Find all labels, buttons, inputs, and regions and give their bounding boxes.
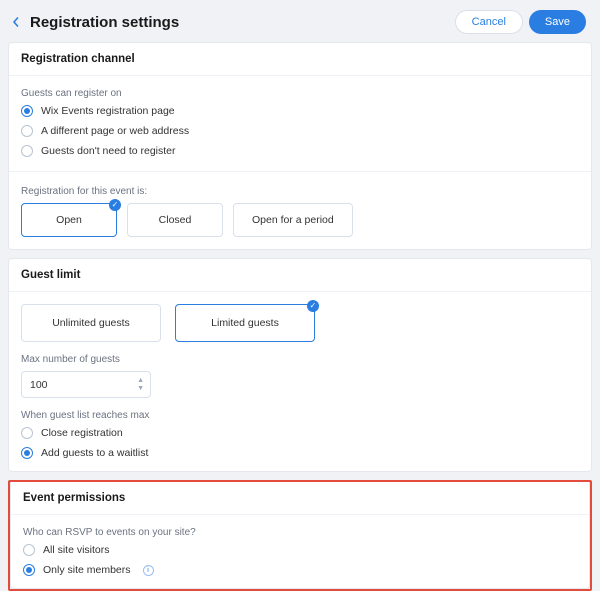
registration-channel-card: Registration channel Guests can register…	[8, 42, 592, 250]
radio-close-registration[interactable]: Close registration	[21, 427, 579, 439]
chevron-up-icon[interactable]: ▲	[137, 377, 144, 384]
pill-label: Limited guests	[211, 317, 279, 329]
radio-icon	[23, 564, 35, 576]
radio-label: Guests don't need to register	[41, 145, 176, 157]
radio-icon	[21, 145, 33, 157]
rsvp-permission-group: All site visitors Only site members i	[23, 544, 577, 576]
radio-label: Close registration	[41, 427, 123, 439]
mode-unlimited[interactable]: Unlimited guests	[21, 304, 161, 342]
check-badge-icon	[109, 199, 121, 211]
radio-label: Only site members	[43, 564, 131, 576]
mode-limited[interactable]: Limited guests	[175, 304, 315, 342]
cancel-button[interactable]: Cancel	[455, 10, 523, 34]
radio-site-members[interactable]: Only site members i	[23, 564, 577, 576]
max-guests-input[interactable]: 100 ▲ ▼	[21, 371, 151, 398]
status-closed[interactable]: Closed	[127, 203, 223, 237]
radio-icon	[21, 105, 33, 117]
pill-label: Closed	[159, 214, 192, 226]
radio-label: Add guests to a waitlist	[41, 447, 148, 459]
radio-label: A different page or web address	[41, 125, 189, 137]
radio-icon	[21, 427, 33, 439]
pill-label: Unlimited guests	[52, 317, 130, 329]
quantity-stepper[interactable]: ▲ ▼	[137, 377, 144, 392]
pill-label: Open for a period	[252, 214, 334, 226]
guest-limit-mode-group: Unlimited guests Limited guests	[21, 304, 579, 342]
radio-different-page[interactable]: A different page or web address	[21, 125, 579, 137]
radio-icon	[21, 447, 33, 459]
event-permissions-highlight: Event permissions Who can RSVP to events…	[8, 480, 592, 591]
card-title-guest-limit: Guest limit	[9, 259, 591, 292]
max-guests-value: 100	[30, 379, 48, 391]
max-action-label: When guest list reaches max	[21, 410, 579, 421]
guest-limit-card: Guest limit Unlimited guests Limited gue…	[8, 258, 592, 472]
radio-no-register[interactable]: Guests don't need to register	[21, 145, 579, 157]
info-icon[interactable]: i	[143, 565, 154, 576]
save-button[interactable]: Save	[529, 10, 586, 34]
register-on-group: Wix Events registration page A different…	[21, 105, 579, 157]
back-icon[interactable]	[8, 14, 24, 30]
radio-all-visitors[interactable]: All site visitors	[23, 544, 577, 556]
event-permissions-card: Event permissions Who can RSVP to events…	[10, 482, 590, 589]
radio-add-waitlist[interactable]: Add guests to a waitlist	[21, 447, 579, 459]
card-title-event-permissions: Event permissions	[11, 482, 589, 515]
card-title-registration-channel: Registration channel	[9, 43, 591, 76]
radio-icon	[23, 544, 35, 556]
rsvp-question-label: Who can RSVP to events on your site?	[23, 527, 577, 538]
status-open[interactable]: Open	[21, 203, 117, 237]
radio-icon	[21, 125, 33, 137]
max-action-group: Close registration Add guests to a waitl…	[21, 427, 579, 459]
status-open-period[interactable]: Open for a period	[233, 203, 353, 237]
radio-wix-events-page[interactable]: Wix Events registration page	[21, 105, 579, 117]
radio-label: All site visitors	[43, 544, 110, 556]
page-header: Registration settings Cancel Save	[0, 0, 600, 42]
registration-status-group: Open Closed Open for a period	[21, 203, 579, 237]
max-guests-label: Max number of guests	[21, 354, 579, 365]
page-title: Registration settings	[30, 14, 179, 31]
chevron-down-icon[interactable]: ▼	[137, 385, 144, 392]
pill-label: Open	[56, 214, 82, 226]
radio-label: Wix Events registration page	[41, 105, 175, 117]
register-on-label: Guests can register on	[21, 88, 579, 99]
registration-status-label: Registration for this event is:	[21, 186, 579, 197]
check-badge-icon	[307, 300, 319, 312]
